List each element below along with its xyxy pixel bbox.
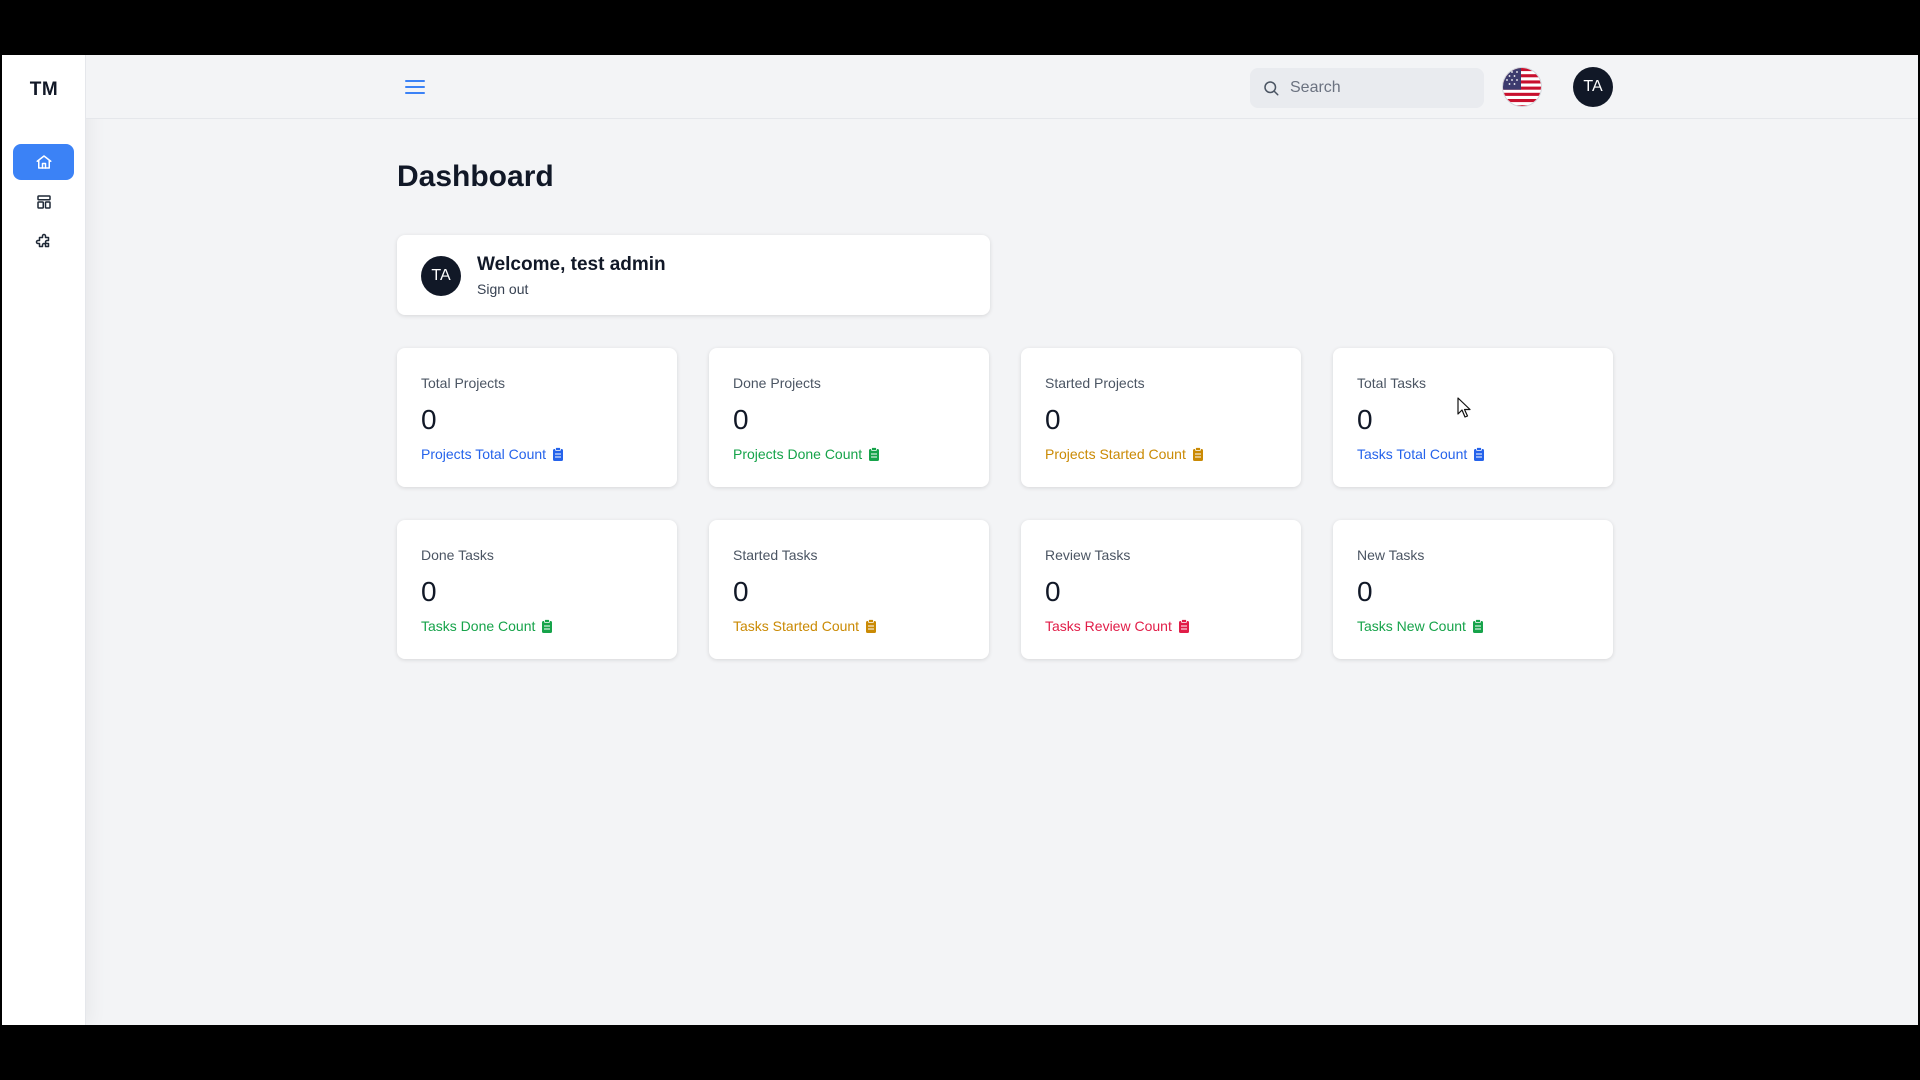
clipboard-icon xyxy=(1474,447,1485,461)
search-box[interactable] xyxy=(1250,68,1484,108)
hamburger-menu-icon xyxy=(405,80,425,94)
stat-link-projects-done[interactable]: Projects Done Count xyxy=(733,446,880,462)
clipboard-icon xyxy=(1178,619,1189,633)
stat-link-tasks-review[interactable]: Tasks Review Count xyxy=(1045,618,1190,634)
stat-link-label: Projects Done Count xyxy=(733,446,863,462)
stat-label: Done Tasks xyxy=(421,547,494,563)
stat-link-tasks-done[interactable]: Tasks Done Count xyxy=(421,618,553,634)
stat-label: Review Tasks xyxy=(1045,547,1131,563)
search-icon xyxy=(1264,81,1279,96)
menu-toggle-button[interactable] xyxy=(402,74,428,100)
stat-link-tasks-started[interactable]: Tasks Started Count xyxy=(733,618,877,634)
stat-card-started-projects: Started Projects 0 Projects Started Coun… xyxy=(1021,348,1301,487)
stat-link-label: Tasks Done Count xyxy=(421,618,536,634)
stat-card-done-tasks: Done Tasks 0 Tasks Done Count xyxy=(397,520,677,659)
stat-link-label: Tasks Started Count xyxy=(733,618,860,634)
stat-link-label: Tasks Review Count xyxy=(1045,618,1172,634)
stat-value: 0 xyxy=(421,576,437,607)
home-icon xyxy=(36,155,51,169)
stat-value: 0 xyxy=(1045,576,1061,607)
puzzle-icon xyxy=(35,233,49,248)
clipboard-icon xyxy=(553,447,564,461)
stat-card-total-projects: Total Projects 0 Projects Total Count xyxy=(397,348,677,487)
stat-link-label: Tasks New Count xyxy=(1357,618,1466,634)
stat-card-total-tasks: Total Tasks 0 Tasks Total Count xyxy=(1333,348,1613,487)
stat-value: 0 xyxy=(1357,404,1373,435)
stat-link-tasks-new[interactable]: Tasks New Count xyxy=(1357,618,1484,634)
stat-label: Done Projects xyxy=(733,375,821,391)
stat-card-review-tasks: Review Tasks 0 Tasks Review Count xyxy=(1021,520,1301,659)
clipboard-icon xyxy=(869,447,880,461)
clipboard-icon xyxy=(1192,447,1203,461)
app-logo[interactable]: TM xyxy=(2,79,86,101)
top-header: TA xyxy=(86,55,1918,119)
layout-icon xyxy=(36,195,51,209)
stat-label: Started Tasks xyxy=(733,547,818,563)
stat-link-projects-total[interactable]: Projects Total Count xyxy=(421,446,564,462)
stat-link-projects-started[interactable]: Projects Started Count xyxy=(1045,446,1204,462)
clipboard-icon xyxy=(866,619,877,633)
welcome-card: TA Welcome, test admin Sign out xyxy=(397,235,990,315)
stat-label: Started Projects xyxy=(1045,375,1145,391)
stat-card-done-projects: Done Projects 0 Projects Done Count xyxy=(709,348,989,487)
stat-label: Total Tasks xyxy=(1357,375,1426,391)
stat-card-started-tasks: Started Tasks 0 Tasks Started Count xyxy=(709,520,989,659)
stat-value: 0 xyxy=(421,404,437,435)
avatar: TA xyxy=(421,256,461,296)
sign-out-link[interactable]: Sign out xyxy=(477,281,528,297)
stat-value: 0 xyxy=(733,404,749,435)
stat-value: 0 xyxy=(1357,576,1373,607)
app-window: TM Search TA Dashboard TA Welcome, test … xyxy=(2,55,1918,1025)
us-flag-icon xyxy=(1503,68,1541,106)
stat-label: Total Projects xyxy=(421,375,506,391)
stat-link-tasks-total[interactable]: Tasks Total Count xyxy=(1357,446,1485,462)
search-input[interactable] xyxy=(1290,79,1470,97)
stat-value: 0 xyxy=(1045,404,1061,435)
stat-card-new-tasks: New Tasks 0 Tasks New Count xyxy=(1333,520,1613,659)
sidebar-item-home[interactable] xyxy=(13,144,74,180)
mouse-cursor-icon xyxy=(1457,397,1471,418)
stat-label: New Tasks xyxy=(1357,547,1425,563)
sidebar: TM xyxy=(2,55,86,1025)
sidebar-item-extensions[interactable] xyxy=(13,224,74,260)
stat-link-label: Projects Started Count xyxy=(1045,446,1186,462)
stat-link-label: Tasks Total Count xyxy=(1357,446,1468,462)
stat-link-label: Projects Total Count xyxy=(421,446,547,462)
sidebar-item-layout[interactable] xyxy=(13,184,74,220)
stat-value: 0 xyxy=(733,576,749,607)
language-selector[interactable] xyxy=(1502,67,1542,107)
user-avatar[interactable]: TA xyxy=(1573,67,1613,107)
clipboard-icon xyxy=(542,619,553,633)
clipboard-icon xyxy=(1472,619,1483,633)
page-title: Dashboard xyxy=(397,160,554,193)
welcome-greeting: Welcome, test admin xyxy=(477,254,666,275)
